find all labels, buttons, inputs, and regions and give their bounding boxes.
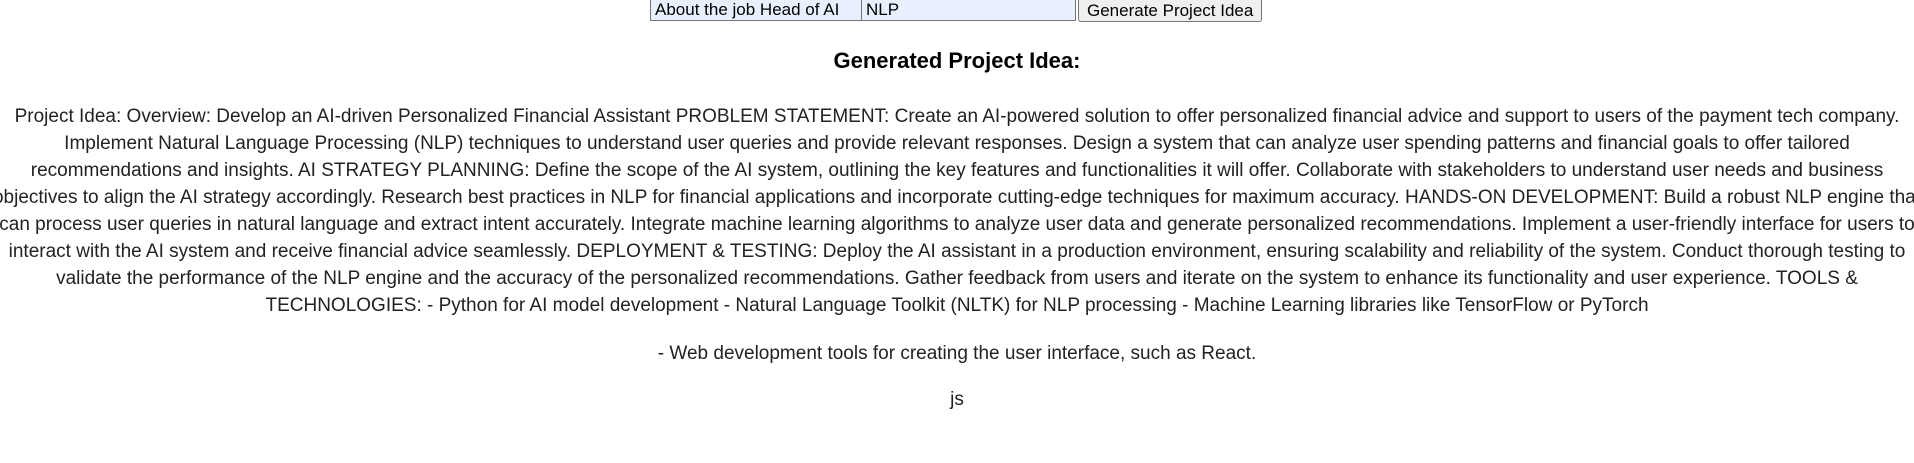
result-heading: Generated Project Idea:: [833, 48, 1081, 73]
job-description-input[interactable]: [650, 0, 862, 21]
generate-project-idea-button[interactable]: Generate Project Idea: [1078, 0, 1263, 22]
keyword-input[interactable]: [862, 0, 1076, 21]
project-idea-form: Generate Project Idea: [650, 0, 1263, 22]
project-idea-extra-line: - Web development tools for creating the…: [657, 343, 1257, 364]
project-idea-text: Project Idea: Overview: Develop an AI-dr…: [0, 106, 1914, 316]
project-idea-tail-line: js: [950, 389, 964, 410]
